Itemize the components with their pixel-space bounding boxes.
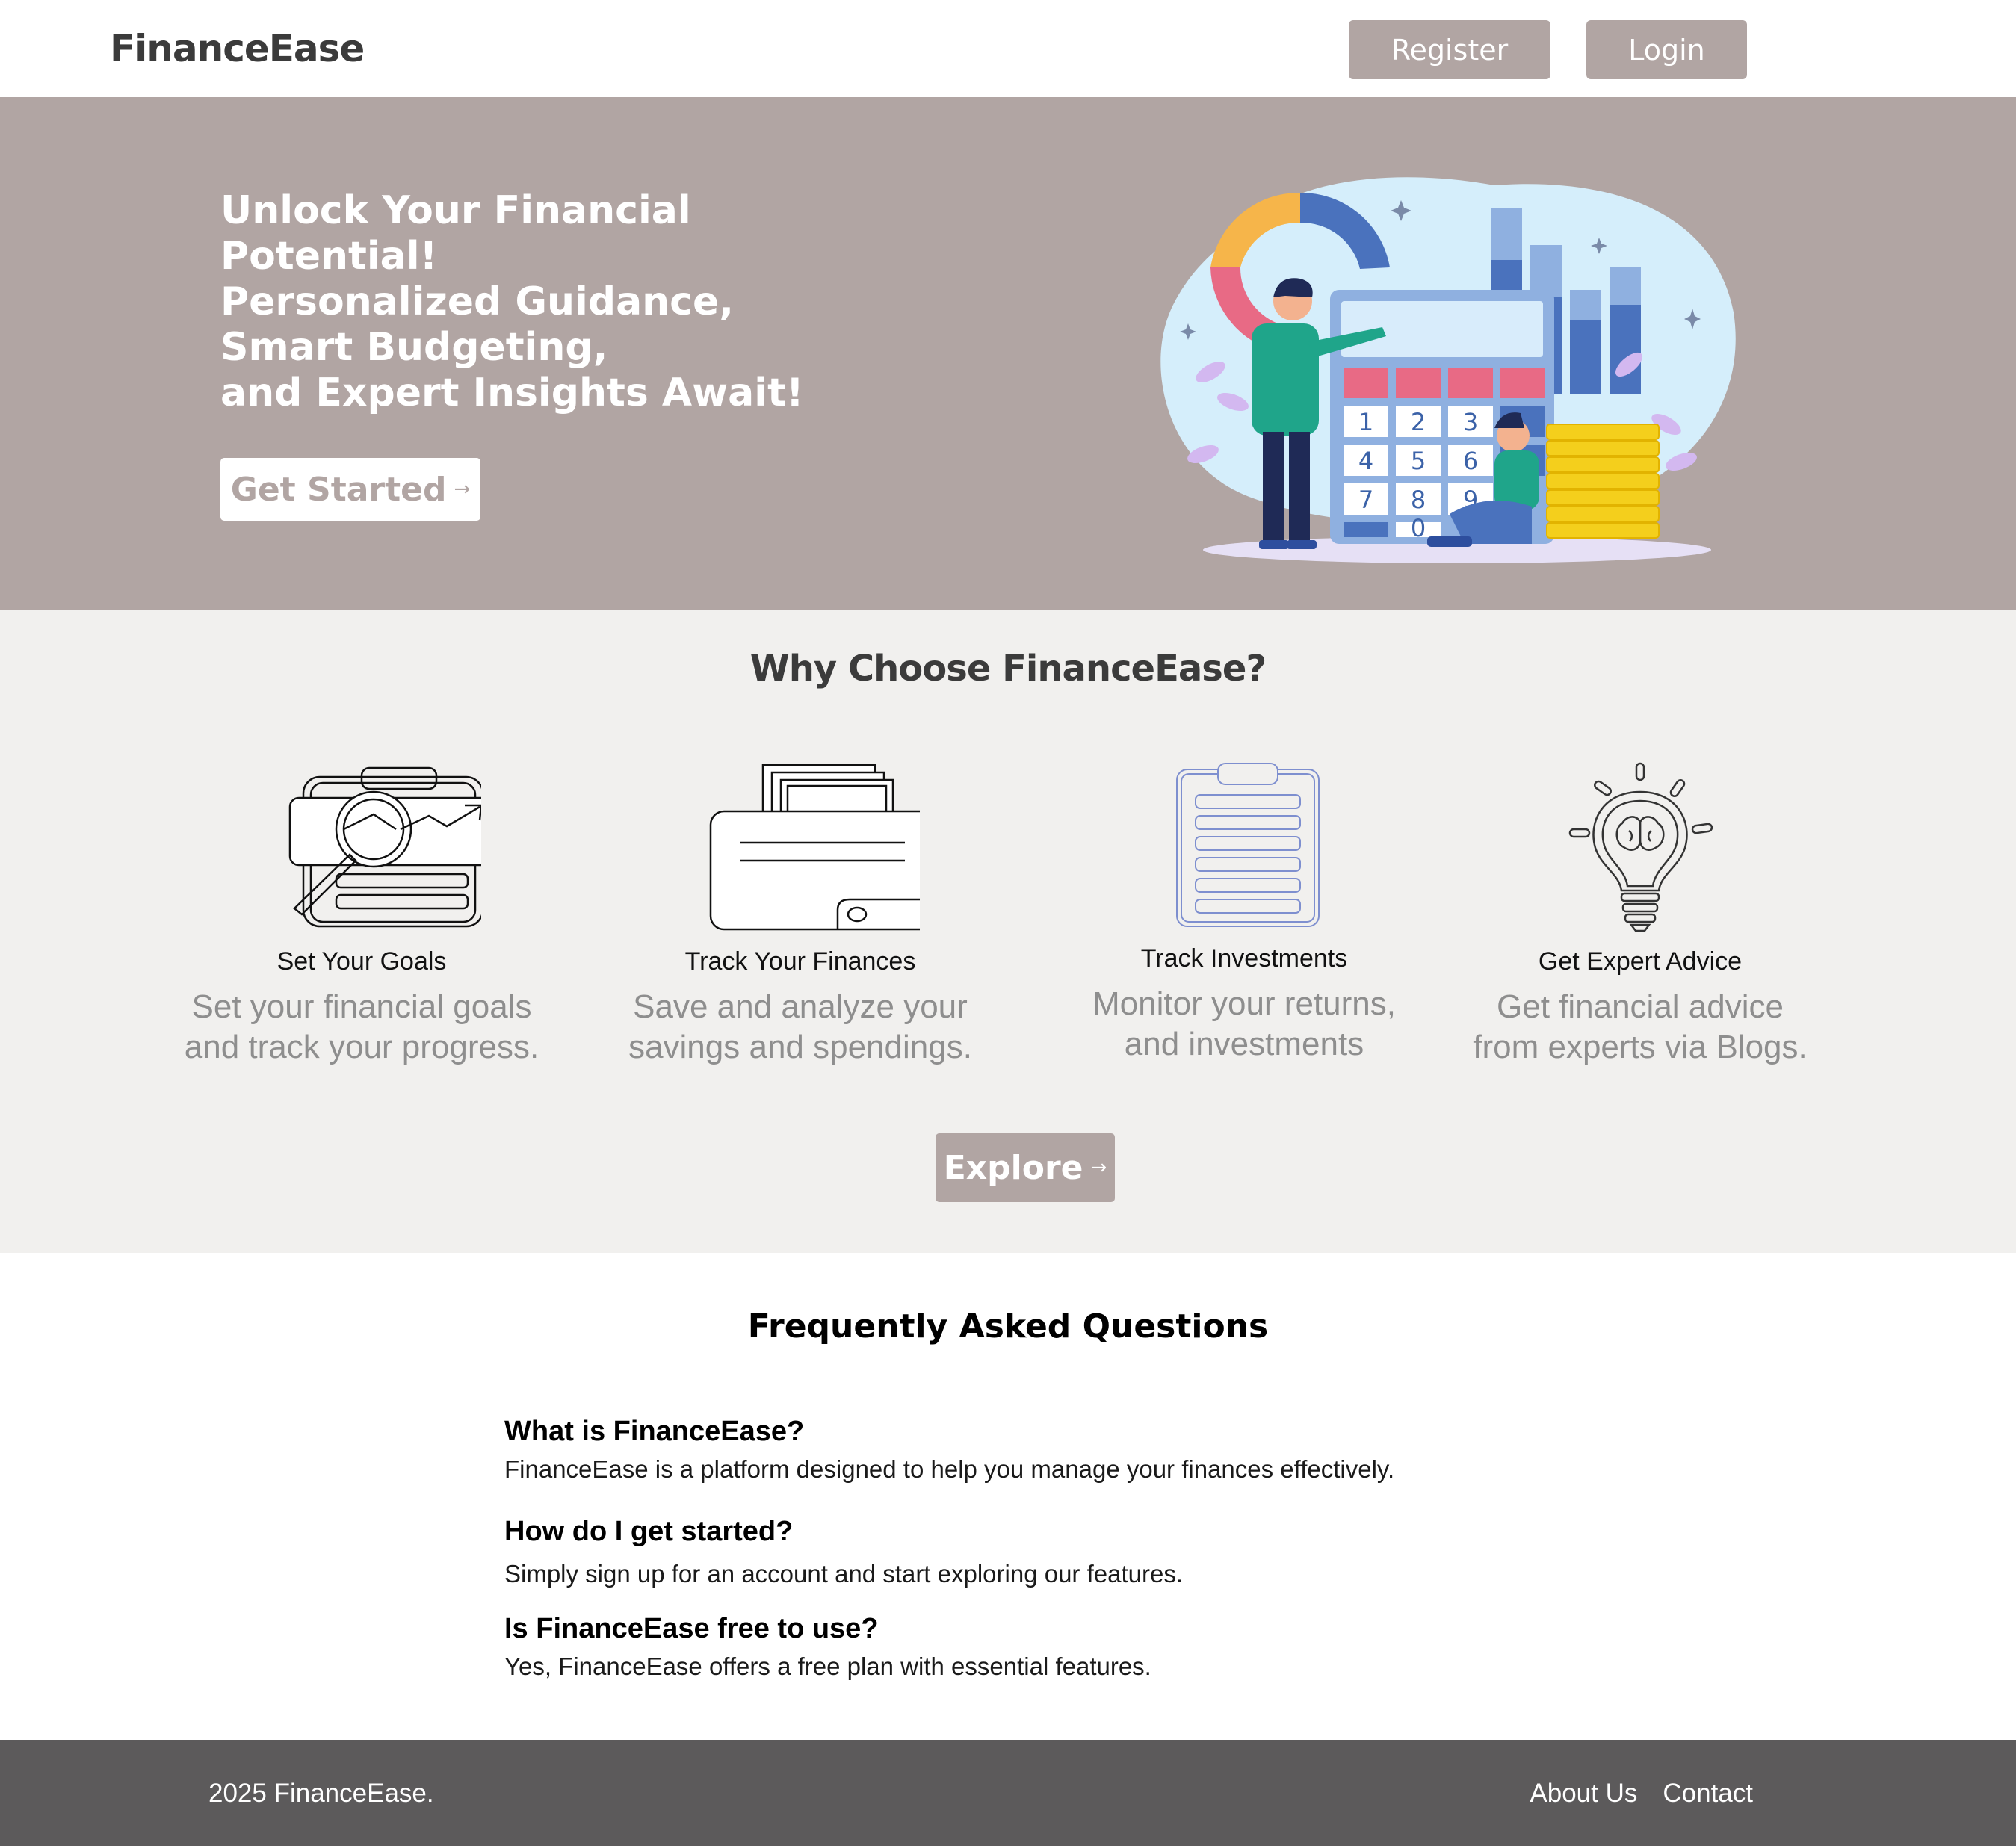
brand-logo[interactable]: FinanceEase — [110, 27, 365, 70]
hero-title-line: Personalized Guidance, — [220, 279, 735, 324]
arrow-right-icon: → — [454, 478, 471, 501]
feature-description: Get financial advice from experts via Bl… — [1446, 987, 1834, 1068]
hero-section: Unlock Your Financial Potential! Persona… — [0, 97, 2016, 610]
calc-key-label: 4 — [1358, 447, 1373, 475]
lightbulb-brain-icon — [1446, 762, 1834, 934]
why-choose-section: Why Choose FinanceEase? Set Your Goals S… — [0, 610, 2016, 1253]
calc-key-label: 3 — [1463, 408, 1478, 436]
clipboard-icon — [1050, 762, 1438, 934]
feature-title: Get Expert Advice — [1538, 947, 1743, 976]
feature-card: Set Your Goals Set your financial goals … — [167, 762, 556, 1068]
hero-title-line: and Expert Insights Await! — [220, 371, 804, 415]
feature-title: Track Investments — [1140, 944, 1348, 973]
feature-description: Save and analyze your savings and spendi… — [606, 987, 995, 1068]
finance-calculator-illustration: 1 2 3 4 5 6 7 8 9 0 — [1160, 177, 1736, 563]
faq-question: What is FinanceEase? — [504, 1416, 805, 1447]
hero-title: Unlock Your Financial Potential! Persona… — [220, 188, 893, 416]
faq-answer: Simply sign up for an account and start … — [504, 1560, 1183, 1588]
feature-card: Track Your Finances Save and analyze you… — [606, 762, 995, 1068]
hero-title-line: Unlock Your Financial — [220, 188, 691, 233]
why-choose-title: Why Choose FinanceEase? — [749, 648, 1267, 690]
feature-desc-line: Get financial advice — [1497, 988, 1784, 1025]
faq-answer: FinanceEase is a platform designed to he… — [504, 1455, 1395, 1483]
faq-title: Frequently Asked Questions — [747, 1307, 1269, 1345]
calc-key-label: 7 — [1358, 486, 1373, 514]
feature-card: Get Expert Advice Get financial advice f… — [1446, 762, 1834, 1068]
faq-item: What is FinanceEase? FinanceEase is a pl… — [504, 1416, 1394, 1484]
calc-key-label: 8 — [1411, 486, 1426, 514]
calc-key-label: 0 — [1411, 514, 1426, 542]
feature-desc-line: and investments — [1124, 1026, 1364, 1062]
hero-title-line: Smart Budgeting, — [220, 325, 608, 370]
feature-desc-line: savings and spendings. — [628, 1029, 972, 1065]
feature-card: Track Investments Monitor your returns, … — [1050, 762, 1438, 1065]
feature-desc-line: Save and analyze your — [633, 988, 968, 1025]
hero-title-line: Potential! — [220, 234, 438, 279]
calc-key-label: 5 — [1411, 447, 1426, 475]
wallet-icon — [606, 762, 995, 934]
goals-magnifier-chart-icon — [167, 762, 556, 934]
get-started-button[interactable]: Get Started → — [220, 458, 480, 521]
feature-desc-line: Set your financial goals — [191, 988, 532, 1025]
login-button[interactable]: Login — [1586, 20, 1747, 79]
calc-key-label: 1 — [1358, 408, 1373, 436]
faq-answer: Yes, FinanceEase offers a free plan with… — [504, 1653, 1151, 1680]
faq-question: Is FinanceEase free to use? — [504, 1613, 879, 1644]
feature-title: Set Your Goals — [276, 947, 447, 976]
faq-item: Is FinanceEase free to use? Yes, Finance… — [504, 1613, 1151, 1681]
explore-label: Explore — [943, 1148, 1083, 1187]
feature-desc-line: Monitor your returns, — [1092, 985, 1396, 1022]
feature-description: Monitor your returns, and investments — [1050, 984, 1438, 1065]
footer-link-contact[interactable]: Contact — [1663, 1779, 1753, 1809]
calc-key-label: 6 — [1463, 447, 1478, 475]
faq-section: Frequently Asked Questions What is Finan… — [0, 1253, 2016, 1740]
faq-question: How do I get started? — [504, 1516, 794, 1547]
explore-button[interactable]: Explore → — [936, 1133, 1115, 1202]
feature-desc-line: and track your progress. — [184, 1029, 539, 1065]
feature-description: Set your financial goals and track your … — [167, 987, 556, 1068]
get-started-label: Get Started — [230, 470, 447, 509]
footer-links: About Us Contact — [1530, 1779, 1753, 1809]
feature-title: Track Your Finances — [684, 947, 916, 976]
footer-link-about-us[interactable]: About Us — [1530, 1779, 1637, 1809]
calc-key-label: 2 — [1411, 408, 1426, 436]
arrow-right-icon: → — [1090, 1156, 1107, 1179]
register-button[interactable]: Register — [1349, 20, 1550, 79]
site-footer: 2025 FinanceEase. About Us Contact — [0, 1740, 2016, 1846]
top-navbar: FinanceEase Register Login — [0, 0, 2016, 97]
faq-item: How do I get started? Simply sign up for… — [504, 1516, 1183, 1588]
feature-desc-line: from experts via Blogs. — [1473, 1029, 1808, 1065]
copyright-text: 2025 FinanceEase. — [208, 1779, 434, 1808]
